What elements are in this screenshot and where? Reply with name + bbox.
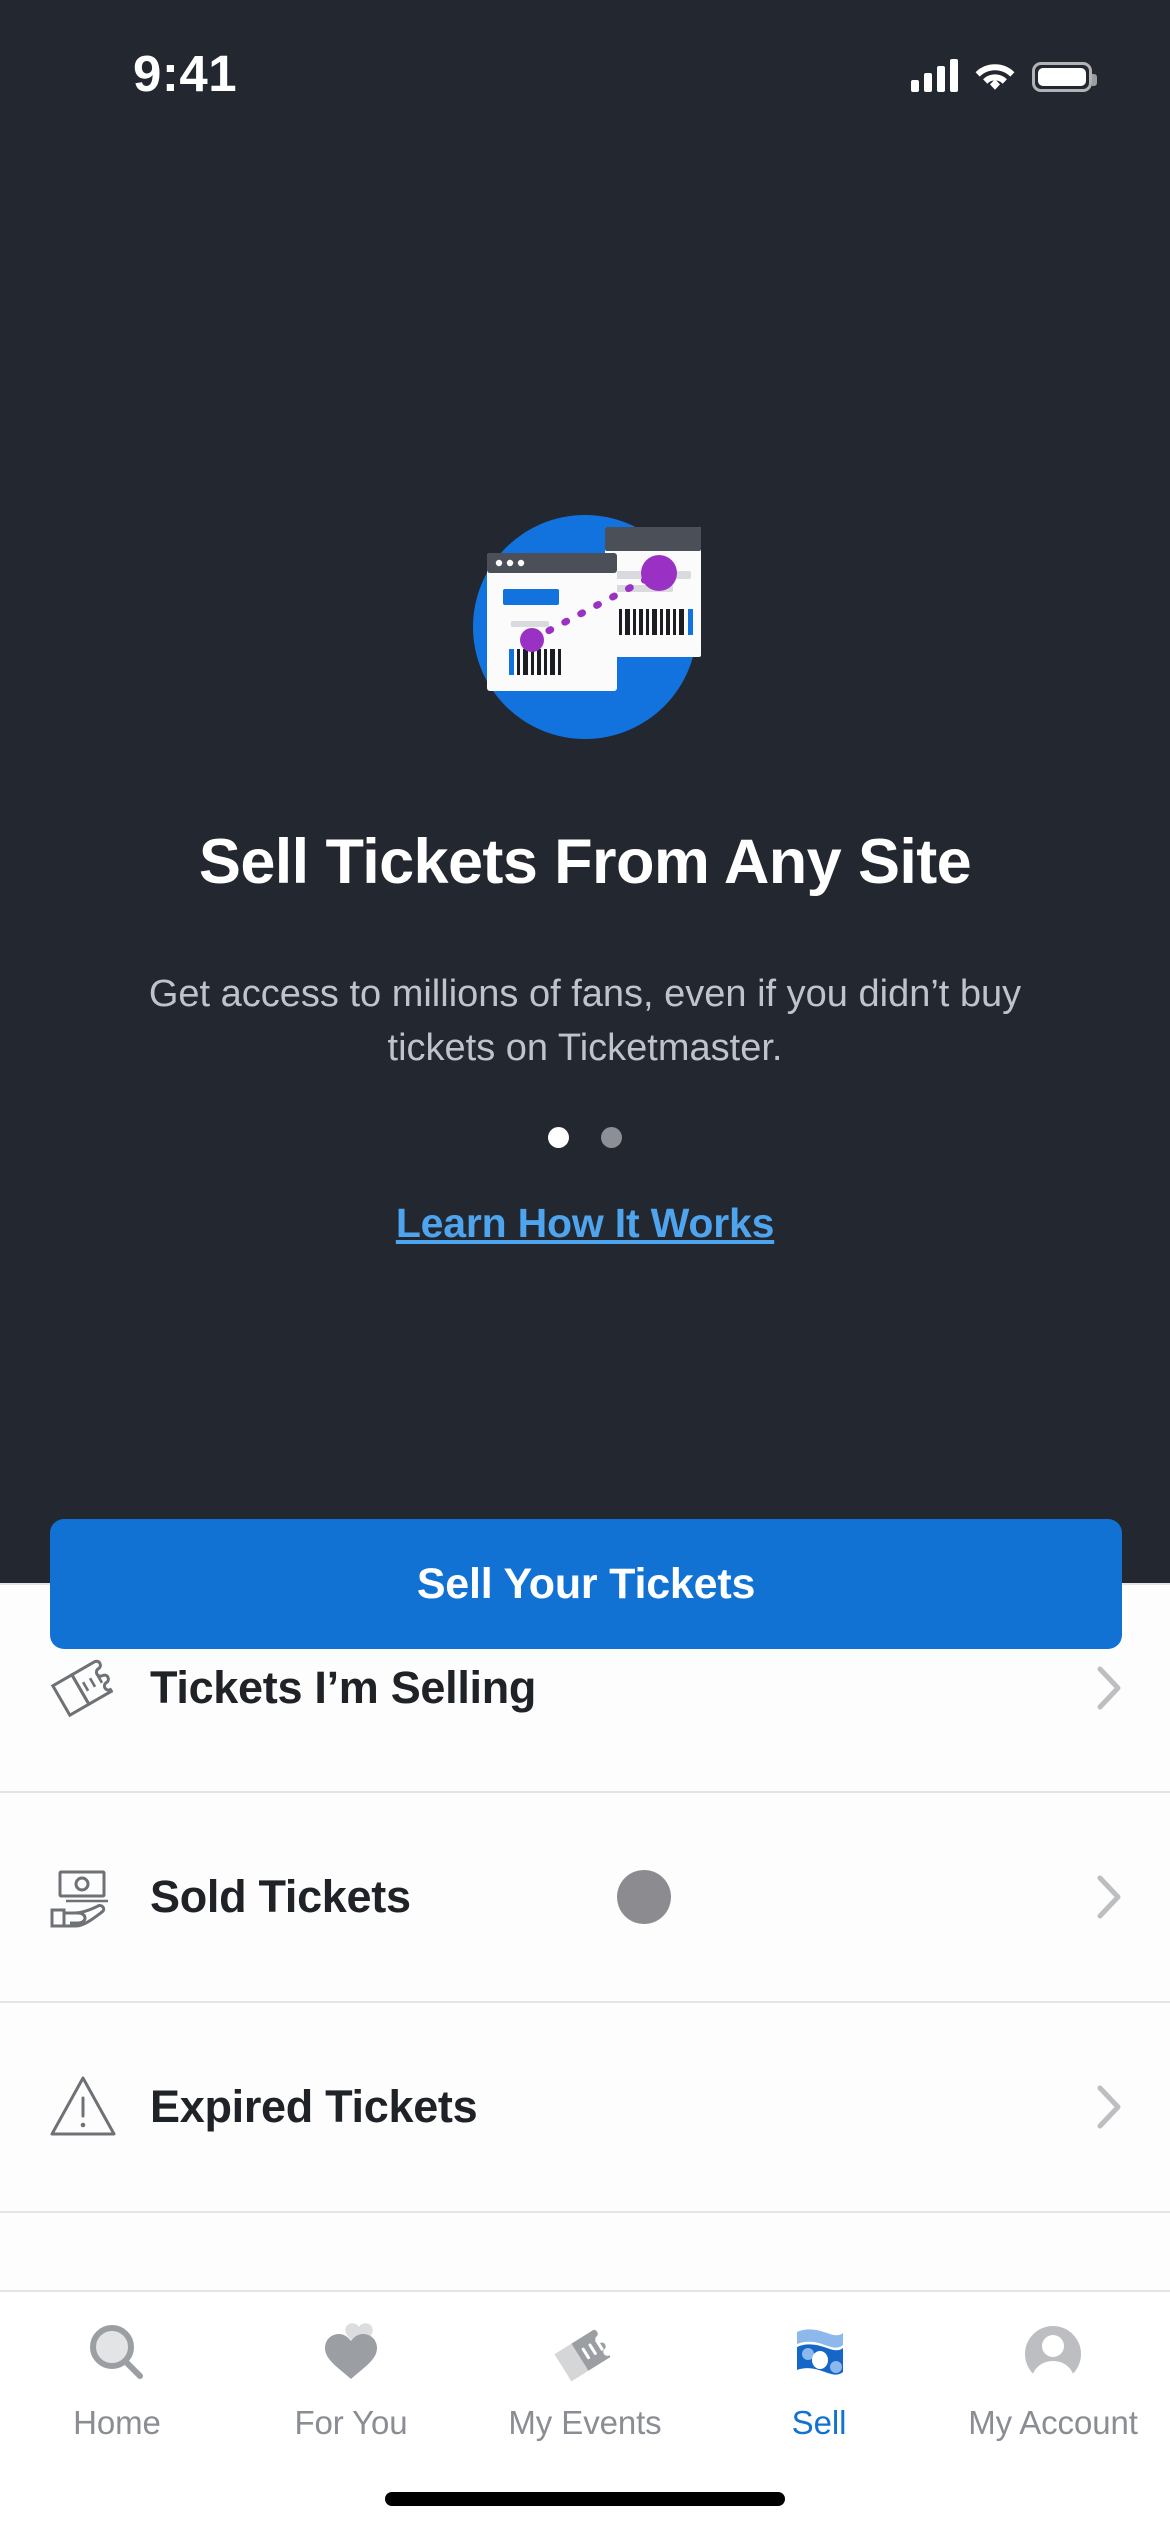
wifi-icon [975,64,1015,90]
money-in-hand-icon [44,1858,122,1936]
status-bar-time: 9:41 [133,45,238,102]
tickets-icon [549,2318,621,2390]
tab-my-account[interactable]: My Account [936,2318,1170,2442]
sell-options-list: Tickets I’m Selling Sold Tickets Expired… [0,1583,1170,2213]
cash-icon [783,2318,855,2390]
carousel-dots[interactable] [0,1127,1170,1148]
status-bar-indicators [911,52,1097,92]
list-item-label: Sold Tickets [150,1871,411,1922]
carousel-dot-2[interactable] [601,1127,622,1148]
learn-how-it-works-link[interactable]: Learn How It Works [0,1200,1170,1247]
list-item-label: Tickets I’m Selling [150,1662,537,1713]
tab-label: My Account [968,2404,1138,2441]
hero-subtitle: Get access to millions of fans, even if … [148,973,1022,1069]
sell-your-tickets-button[interactable]: Sell Your Tickets [50,1519,1122,1649]
tab-label: Sell [791,2404,847,2441]
list-item-sold-tickets[interactable]: Sold Tickets [0,1793,1170,2003]
sell-your-tickets-label: Sell Your Tickets [416,1559,756,1608]
hearts-icon [315,2318,387,2390]
tab-home[interactable]: Home [0,2318,234,2442]
tab-sell[interactable]: Sell [702,2318,936,2442]
tab-for-you[interactable]: For You [234,2318,468,2442]
hero-title: Sell Tickets From Any Site [198,827,972,897]
hero-section: 9:41 Sell Tickets From Any Site Get acce… [0,0,1170,1583]
app-screen: 9:41 Sell Tickets From Any Site Get acce… [0,0,1170,2532]
status-bar: 9:41 [0,0,1170,128]
tab-my-events[interactable]: My Events [468,2318,702,2442]
carousel-dot-1[interactable] [548,1127,569,1148]
battery-icon [1032,62,1097,92]
home-indicator [385,2492,785,2506]
search-icon [81,2318,153,2390]
cellular-signal-icon [911,59,958,92]
tab-label: For You [294,2404,408,2441]
sell-tickets-any-site-illustration [451,493,719,761]
tickets-icon [44,1649,122,1727]
tab-label: Home [73,2404,161,2441]
list-item-expired-tickets[interactable]: Expired Tickets [0,2003,1170,2213]
chevron-right-icon [1097,2085,1121,2129]
chevron-right-icon [1097,1666,1121,1710]
list-item-label: Expired Tickets [150,2081,478,2132]
status-badge [616,1870,671,1924]
tab-label: My Events [508,2404,662,2441]
chevron-right-icon [1097,1875,1121,1919]
person-icon [1017,2318,1089,2390]
warning-triangle-icon [44,2068,122,2146]
